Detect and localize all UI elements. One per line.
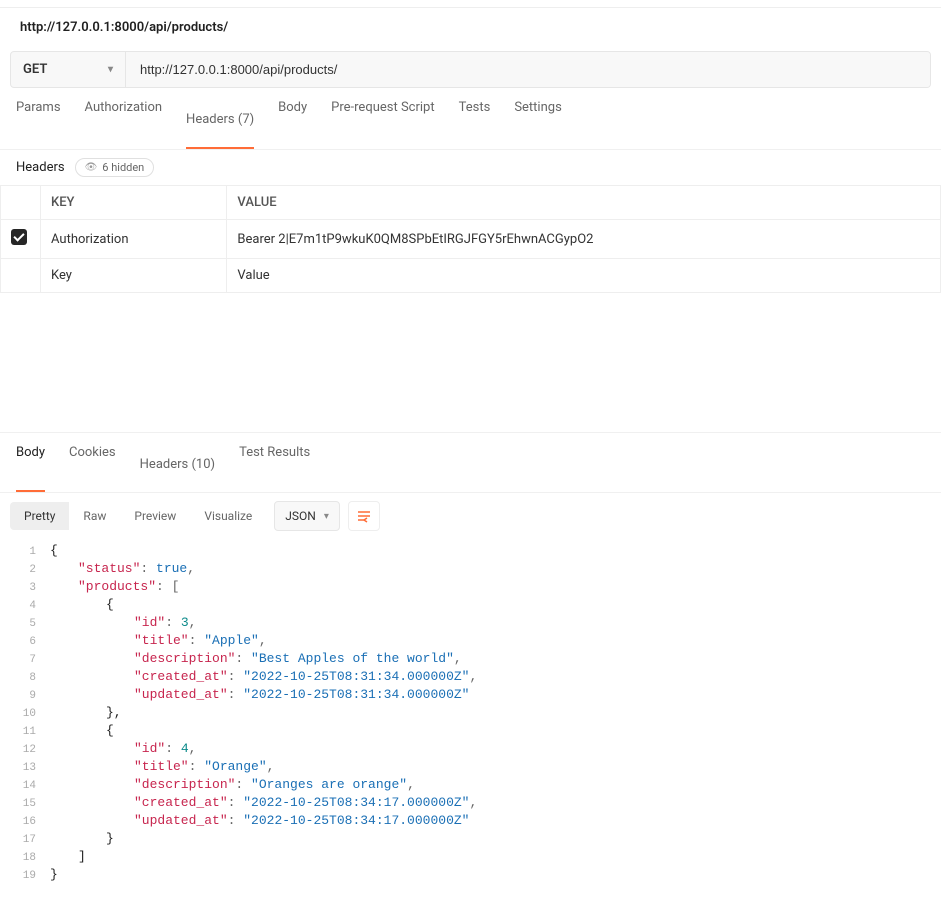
headers-section-label: Headers <box>16 160 65 175</box>
request-tabs: Params Authorization Headers (7) Body Pr… <box>0 88 941 150</box>
content-type-label: JSON <box>285 509 316 523</box>
key-col-header: KEY <box>41 186 227 220</box>
postman-panel: http://127.0.0.1:8000/api/products/ GET … <box>0 0 941 897</box>
tab-response-cookies[interactable]: Cookies <box>69 433 116 492</box>
chevron-down-icon: ▾ <box>324 511 329 522</box>
view-mode-segment: Pretty Raw Preview Visualize <box>10 502 266 530</box>
tab-response-headers[interactable]: Headers (10) <box>140 433 215 492</box>
header-key-placeholder[interactable]: Key <box>41 259 227 293</box>
tab-body[interactable]: Body <box>278 88 307 149</box>
request-bar: GET ▾ <box>10 51 931 88</box>
tab-headers-count: (7) <box>238 100 254 137</box>
wrap-lines-button[interactable] <box>348 501 380 531</box>
checkbox[interactable] <box>11 229 27 245</box>
eye-icon: 👁 <box>85 162 98 173</box>
hidden-count-label: 6 hidden <box>102 161 144 174</box>
tab-prerequest[interactable]: Pre-request Script <box>331 88 434 149</box>
tab-response-headers-label: Headers <box>140 445 189 482</box>
view-pretty[interactable]: Pretty <box>10 502 69 530</box>
value-col-header: VALUE <box>227 186 941 220</box>
checkbox-col-header <box>1 186 41 220</box>
spacer <box>0 293 941 433</box>
wrap-icon <box>356 509 372 523</box>
tab-response-body[interactable]: Body <box>16 433 45 492</box>
response-format-bar: Pretty Raw Preview Visualize JSON ▾ <box>0 493 941 539</box>
tab-tests[interactable]: Tests <box>459 88 491 149</box>
tab-params[interactable]: Params <box>16 88 61 149</box>
header-value-placeholder[interactable]: Value <box>227 259 941 293</box>
content-type-select[interactable]: JSON ▾ <box>274 501 340 531</box>
chevron-down-icon: ▾ <box>108 64 113 75</box>
url-input[interactable] <box>126 52 930 87</box>
breadcrumb: http://127.0.0.1:8000/api/products/ <box>0 8 941 45</box>
hidden-headers-toggle[interactable]: 👁 6 hidden <box>75 158 155 177</box>
tab-response-headers-count: (10) <box>191 445 215 482</box>
tab-headers-label: Headers <box>186 100 235 137</box>
table-row: Authorization Bearer 2|E7m1tP9wkuK0QM8SP… <box>1 220 941 259</box>
response-body-json[interactable]: 1{ 2"status": true, 3"products": [ 4{ 5"… <box>0 539 941 897</box>
headers-table: KEY VALUE Authorization Bearer 2|E7m1tP9… <box>0 185 941 293</box>
table-row-empty: Key Value <box>1 259 941 293</box>
view-preview[interactable]: Preview <box>120 502 190 530</box>
tab-settings[interactable]: Settings <box>514 88 561 149</box>
header-key-cell[interactable]: Authorization <box>41 220 227 259</box>
tab-bar <box>0 0 941 8</box>
method-label: GET <box>23 62 47 77</box>
headers-subheader: Headers 👁 6 hidden <box>0 150 941 185</box>
view-visualize[interactable]: Visualize <box>190 502 266 530</box>
tab-response-tests[interactable]: Test Results <box>239 433 310 492</box>
checkbox-empty <box>1 259 41 293</box>
header-value-cell[interactable]: Bearer 2|E7m1tP9wkuK0QM8SPbEtIRGJFGY5rEh… <box>227 220 941 259</box>
tab-authorization[interactable]: Authorization <box>85 88 163 149</box>
method-select[interactable]: GET ▾ <box>11 52 126 87</box>
tab-headers[interactable]: Headers (7) <box>186 88 254 149</box>
response-tabs: Body Cookies Headers (10) Test Results <box>0 433 941 493</box>
view-raw[interactable]: Raw <box>69 502 120 530</box>
